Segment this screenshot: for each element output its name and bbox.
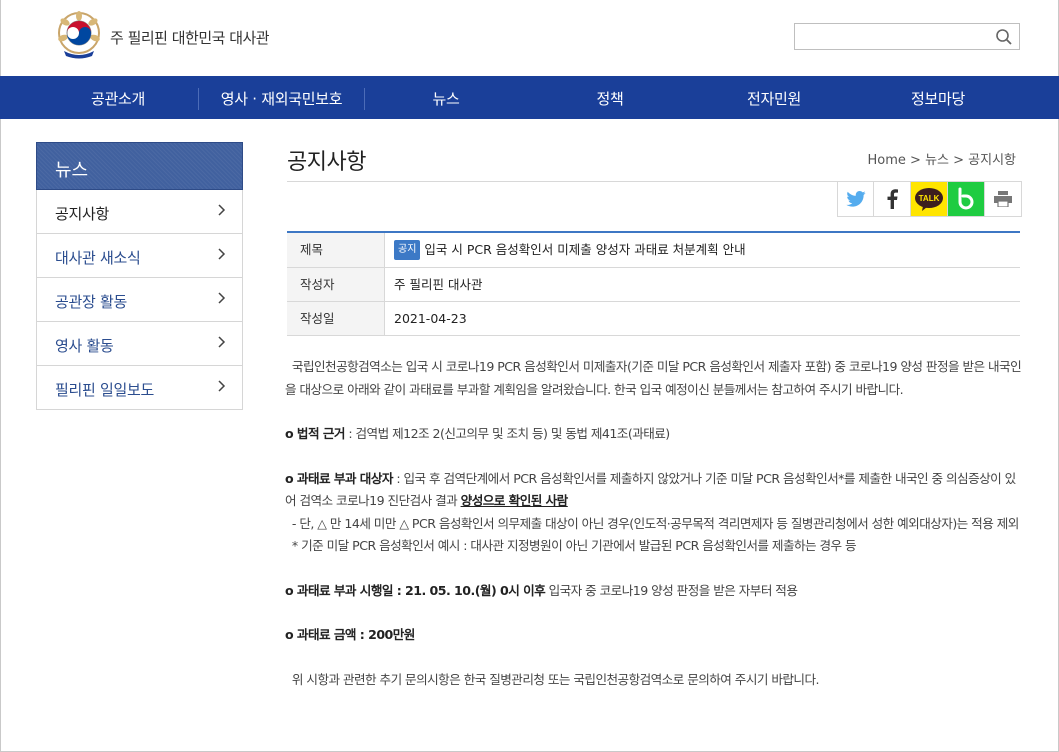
band-icon <box>958 187 974 210</box>
kakaotalk-label: TALK <box>919 194 940 203</box>
amount-label: o 과태료 금액 : 200만원 <box>285 627 415 642</box>
sidebar-title: 뉴스 <box>36 142 243 190</box>
breadcrumb[interactable]: Home > 뉴스 > 공지시항 <box>868 149 1016 168</box>
post-info-table: 제목 공지 입국 시 PCR 음성확인서 미제출 양성자 과태료 처분계획 안내… <box>287 231 1020 336</box>
twitter-share-button[interactable] <box>837 181 874 217</box>
chevron-right-icon <box>218 204 226 216</box>
nav-item-consular[interactable]: 영사 · 재외국민보호 <box>200 76 363 119</box>
search-box <box>794 23 1020 50</box>
sidebar-item-label: 대사관 새소식 <box>55 249 141 267</box>
nav-item-info[interactable]: 정보마당 <box>883 76 993 119</box>
target-text: : 입국 후 검역단계에서 PCR 음성확인서를 제출하지 않았거나 기준 미달… <box>285 470 1016 509</box>
facebook-icon <box>887 189 898 209</box>
body-paragraph: o 과태료 부과 시행일 : 21. 05. 10.(월) 0시 이후 입국자 … <box>285 580 1023 603</box>
body-paragraph: o 과태료 금액 : 200만원 <box>285 624 1023 647</box>
nav-divider <box>364 88 365 110</box>
sidebar-item-label: 영사 활동 <box>55 337 114 355</box>
law-label: o 법적 근거 <box>285 426 345 441</box>
post-title: 입국 시 PCR 음성확인서 미제출 양성자 과태료 처분계획 안내 <box>424 242 746 257</box>
sidebar-item-notice[interactable]: 공지사항 <box>36 190 243 234</box>
main-nav: 공관소개 영사 · 재외국민보호 뉴스 정책 전자민원 정보마당 <box>0 76 1059 119</box>
post-author: 주 필리핀 대사관 <box>394 276 483 292</box>
body-paragraph: 국립인천공항검역소는 입국 시 코로나19 PCR 음성확인서 미제출자(기준 … <box>285 359 1022 397</box>
notice-badge: 공지 <box>394 240 421 260</box>
sidebar-item-embassy-news[interactable]: 대사관 새소식 <box>36 234 243 278</box>
share-bar: TALK <box>837 181 1022 217</box>
header: 주 필리핀 대한민국 대사관 <box>0 0 1059 76</box>
kakaotalk-share-button[interactable]: TALK <box>911 181 948 217</box>
nav-item-news[interactable]: 뉴스 <box>391 76 501 119</box>
nav-item-policy[interactable]: 정책 <box>555 76 665 119</box>
body-paragraph: * 기준 미달 PCR 음성확인서 예시 : 대사관 지정병원이 아닌 기관에서… <box>285 538 857 553</box>
effective-label: o 과태료 부과 시행일 : 21. 05. 10.(월) 0시 이후 <box>285 582 546 598</box>
sidebar-item-daily-report[interactable]: 필리핀 일일보도 <box>36 366 243 410</box>
print-button[interactable] <box>985 181 1022 217</box>
band-share-button[interactable] <box>948 181 985 217</box>
kakaotalk-icon: TALK <box>915 188 943 211</box>
body-paragraph: o 과태료 부과 대상자 : 입국 후 검역단계에서 PCR 음성확인서를 제출… <box>285 468 1023 513</box>
search-input[interactable] <box>795 24 985 49</box>
chevron-right-icon <box>218 380 226 392</box>
nav-divider <box>198 88 199 110</box>
page-title: 공지사항 <box>287 150 366 175</box>
sidebar-item-ambassador-activities[interactable]: 공관장 활동 <box>36 278 243 322</box>
title-label: 제목 <box>287 233 385 267</box>
table-row: 제목 공지 입국 시 PCR 음성확인서 미제출 양성자 과태료 처분계획 안내 <box>287 233 1020 268</box>
facebook-share-button[interactable] <box>874 181 911 217</box>
nav-item-e-service[interactable]: 전자민원 <box>719 76 829 119</box>
title-cell: 공지 입국 시 PCR 음성확인서 미제출 양성자 과태료 처분계획 안내 <box>385 233 1020 267</box>
chevron-right-icon <box>218 248 226 260</box>
twitter-icon <box>845 191 866 207</box>
emblem-logo[interactable] <box>56 11 102 59</box>
table-row: 작성자 주 필리핀 대사관 <box>287 268 1020 302</box>
sidebar-item-label: 필리핀 일일보도 <box>55 381 154 399</box>
search-icon[interactable] <box>995 28 1013 46</box>
sidebar-item-label: 공관장 활동 <box>55 293 127 311</box>
sidebar-item-consular-activities[interactable]: 영사 활동 <box>36 322 243 366</box>
sidebar: 뉴스 공지사항 대사관 새소식 공관장 활동 영사 활동 필리핀 일일보도 <box>36 142 243 410</box>
post-date: 2021-04-23 <box>394 310 467 326</box>
body-paragraph: o 법적 근거 : 검역법 제12조 2(신고의무 및 조치 등) 및 동법 제… <box>285 423 1023 446</box>
nav-item-about[interactable]: 공관소개 <box>63 76 173 119</box>
post-body: 국립인천공항검역소는 입국 시 코로나19 PCR 음성확인서 미제출자(기준 … <box>285 356 1023 691</box>
date-label: 작성일 <box>287 302 385 335</box>
author-label: 작성자 <box>287 268 385 301</box>
sidebar-item-label: 공지사항 <box>55 205 110 223</box>
target-emphasis: 양성으로 확인된 사람 <box>460 493 569 508</box>
chevron-right-icon <box>218 336 226 348</box>
law-text: : 검역법 제12조 2(신고의무 및 조치 등) 및 동법 제41조(과태료) <box>344 426 670 441</box>
table-row: 작성일 2021-04-23 <box>287 302 1020 336</box>
chevron-right-icon <box>218 292 226 304</box>
body-paragraph: 위 시항과 관련한 추기 문의시항은 한국 질병관리청 또는 국립인천공항검역소… <box>285 671 820 687</box>
site-title[interactable]: 주 필리핀 대한민국 대사관 <box>110 27 270 48</box>
target-label: o 과태료 부과 대상자 <box>285 470 393 486</box>
body-paragraph: - 단, △ 만 14세 미만 △ PCR 음성확인서 의무제출 대상이 아닌 … <box>285 515 1019 531</box>
effective-text: 입국자 중 코로나19 양성 판정을 받은 자부터 적용 <box>545 582 798 598</box>
print-icon <box>994 191 1012 207</box>
